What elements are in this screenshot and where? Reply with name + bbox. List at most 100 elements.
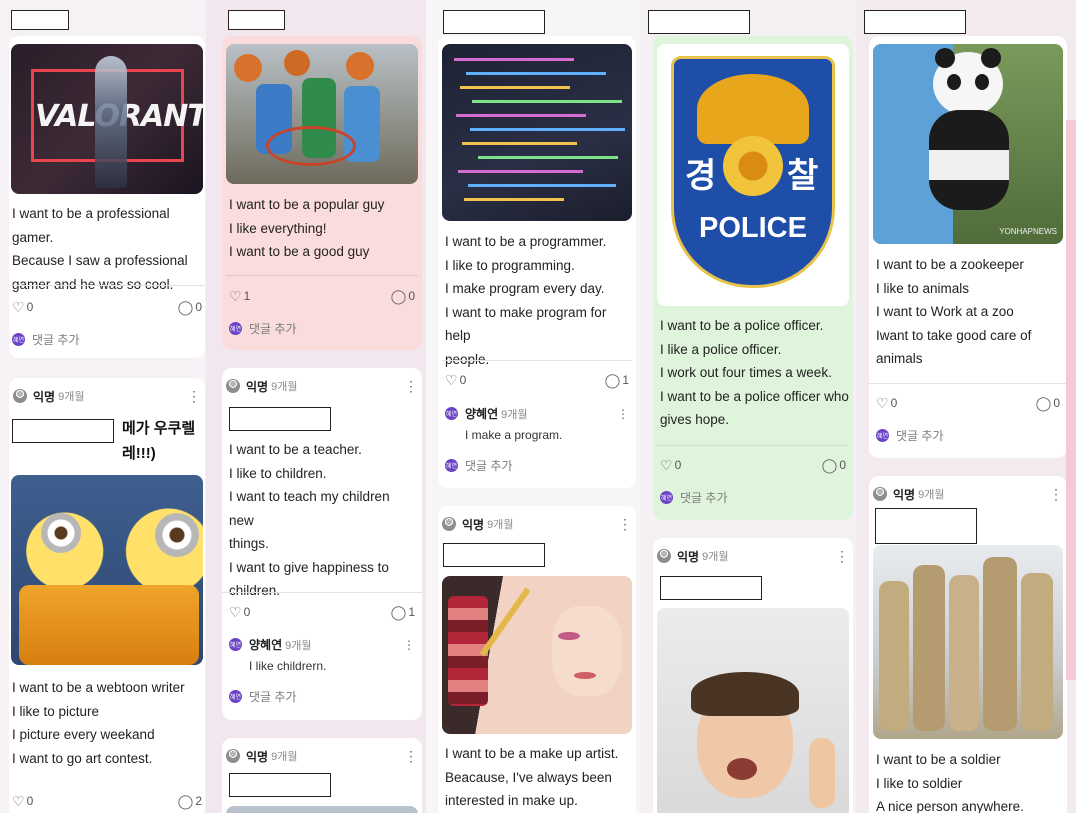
add-comment-button[interactable]: 혜연 댓글 추가 [12,331,80,348]
reaction-bar: ♡ 1 ◯ 0 [229,289,415,303]
kebab-icon[interactable]: ⋮ [404,749,418,763]
kebab-icon[interactable]: ⋮ [618,517,632,531]
post-card-gamer[interactable]: VALORANT I want to be a professional gam… [9,36,205,358]
speech-bubble-icon: ◯ [821,457,838,473]
speech-bubble-icon: ◯ [1035,395,1052,411]
post-card-popular[interactable]: I want to be a popular guy I like everyt… [222,36,422,350]
post-card-soldier[interactable]: 익명 9개월 ⋮ I want to be a soldier I like t… [869,476,1067,813]
user-avatar: 혜연 [660,491,673,504]
post-image-valorant[interactable]: VALORANT [11,44,203,194]
post-body: I want to be a teacher. I like to childr… [229,442,390,598]
like-button[interactable]: ♡ 0 [660,458,681,472]
kebab-icon[interactable]: ⋮ [403,638,415,652]
post-card-zookeeper[interactable]: YONHAPNEWS I want to be a zookeeper I li… [869,36,1067,458]
soldier-figure [1021,573,1053,731]
redacted-title [648,10,750,34]
post-image-soldiers[interactable] [873,545,1063,739]
post-image-police-badge[interactable]: 경 찰 POLICE [657,44,849,306]
add-comment-button[interactable]: 혜연 댓글 추가 [660,489,728,506]
comment-button[interactable]: ◯ 2 [178,794,202,808]
post-body: I want to be a police officer. I like a … [660,318,849,427]
post-image[interactable] [226,806,418,813]
heart-outline-icon: ♡ [229,604,242,620]
basketball [284,50,310,76]
post-card-partial[interactable]: 익명 9개월 ⋮ [222,738,422,813]
redacted-title [660,576,762,600]
post-image-minions[interactable] [11,475,203,665]
post-card-police[interactable]: 경 찰 POLICE I want to be a police officer… [653,36,853,520]
add-comment-button[interactable]: 혜연 댓글 추가 [229,688,297,705]
add-comment-button[interactable]: 혜연 댓글 추가 [445,457,513,474]
commenter-name: 양혜연 [249,638,283,652]
comment-button[interactable]: ◯ 0 [822,458,846,472]
kebab-icon[interactable]: ⋮ [187,389,201,403]
post-card-programmer[interactable]: I want to be a programmer. I like to pro… [438,36,636,488]
post-card-teacher[interactable]: 익명 9개월 ⋮ I want to be a teacher. I like … [222,368,422,720]
commenter-avatar: 혜연 [445,407,458,420]
add-comment-button[interactable]: 혜연 댓글 추가 [876,427,944,444]
add-comment-button[interactable]: 혜연 댓글 추가 [229,320,297,337]
character-figure [95,56,127,188]
like-button[interactable]: ♡ 0 [876,396,897,410]
post-image-baby[interactable] [657,608,849,813]
panda-ear [935,48,955,68]
code-line [466,72,606,75]
comment-button[interactable]: ◯ 1 [605,373,629,387]
comment-button[interactable]: ◯ 1 [391,605,415,619]
kebab-icon[interactable]: ⋮ [617,407,629,421]
divider [869,383,1067,384]
post-body: I want to be a popular guy I like everyt… [229,197,385,259]
face [552,606,622,696]
badge-text-left: 경 [685,157,717,195]
badge-text-right: 찰 [787,157,819,195]
like-button[interactable]: ♡ 0 [229,605,250,619]
eye-makeup [558,632,580,640]
watermark: YONHAPNEWS [999,227,1057,236]
post-image-code[interactable] [442,44,632,221]
redacted-title [875,508,977,544]
post-card-webtoon[interactable]: 익명 9개월 ⋮ 메가 우쿠렐 레!!!) I want to be a web… [9,378,205,813]
post-image-basketball[interactable] [226,44,418,184]
anonymous-avatar [226,749,240,763]
soldier-figure [879,581,909,731]
post-image-makeup[interactable] [442,576,632,734]
code-line [456,114,586,117]
post-time: 9개월 [918,489,945,501]
soldier-figure [913,565,945,731]
post-image-panda[interactable]: YONHAPNEWS [873,44,1063,244]
comment-text: I make a program. [465,428,563,442]
page-edge-decoration [1066,120,1076,680]
comment-item: 혜연 양혜연 9개월 ⋮ I like childrern. [229,636,415,673]
thumbs-up-hand [809,738,835,808]
user-avatar: 혜연 [229,690,242,703]
redacted-title [12,419,114,443]
post-card-makeup[interactable]: 익명 9개월 ⋮ I want to be a make up artist. … [438,506,636,813]
heart-outline-icon: ♡ [876,395,889,411]
like-button[interactable]: ♡ 1 [229,289,250,303]
comment-button[interactable]: ◯ 0 [391,289,415,303]
comment-button[interactable]: ◯ 0 [178,300,202,314]
post-body: I want to be a programmer. I like to pro… [445,234,607,367]
post-body: I want to be a webtoon writer I like to … [12,680,185,766]
speech-bubble-icon: ◯ [390,604,407,620]
kebab-icon[interactable]: ⋮ [1049,487,1063,501]
commenter-name: 양혜연 [465,407,499,421]
redacted-title [864,10,966,34]
comment-item: 혜연 양혜연 9개월 ⋮ I make a program. [445,405,629,442]
comment-button[interactable]: ◯ 0 [1036,396,1060,410]
author-name: 익명 [462,517,485,532]
speech-bubble-icon: ◯ [390,288,407,304]
post-card-baby[interactable]: 익명 9개월 ⋮ [653,538,853,813]
heart-outline-icon: ♡ [12,793,25,809]
kebab-icon[interactable]: ⋮ [835,549,849,563]
like-button[interactable]: ♡ 0 [445,373,466,387]
speech-bubble-icon: ◯ [177,793,194,809]
lips [574,672,596,679]
speech-bubble-icon: ◯ [604,372,621,388]
kebab-icon[interactable]: ⋮ [404,379,418,393]
like-button[interactable]: ♡ 0 [12,300,33,314]
reaction-bar: ♡ 0 ◯ 2 [12,794,202,808]
like-button[interactable]: ♡ 0 [12,794,33,808]
reaction-bar: ♡ 0 ◯ 0 [660,458,846,472]
commenter-avatar: 혜연 [229,638,242,651]
